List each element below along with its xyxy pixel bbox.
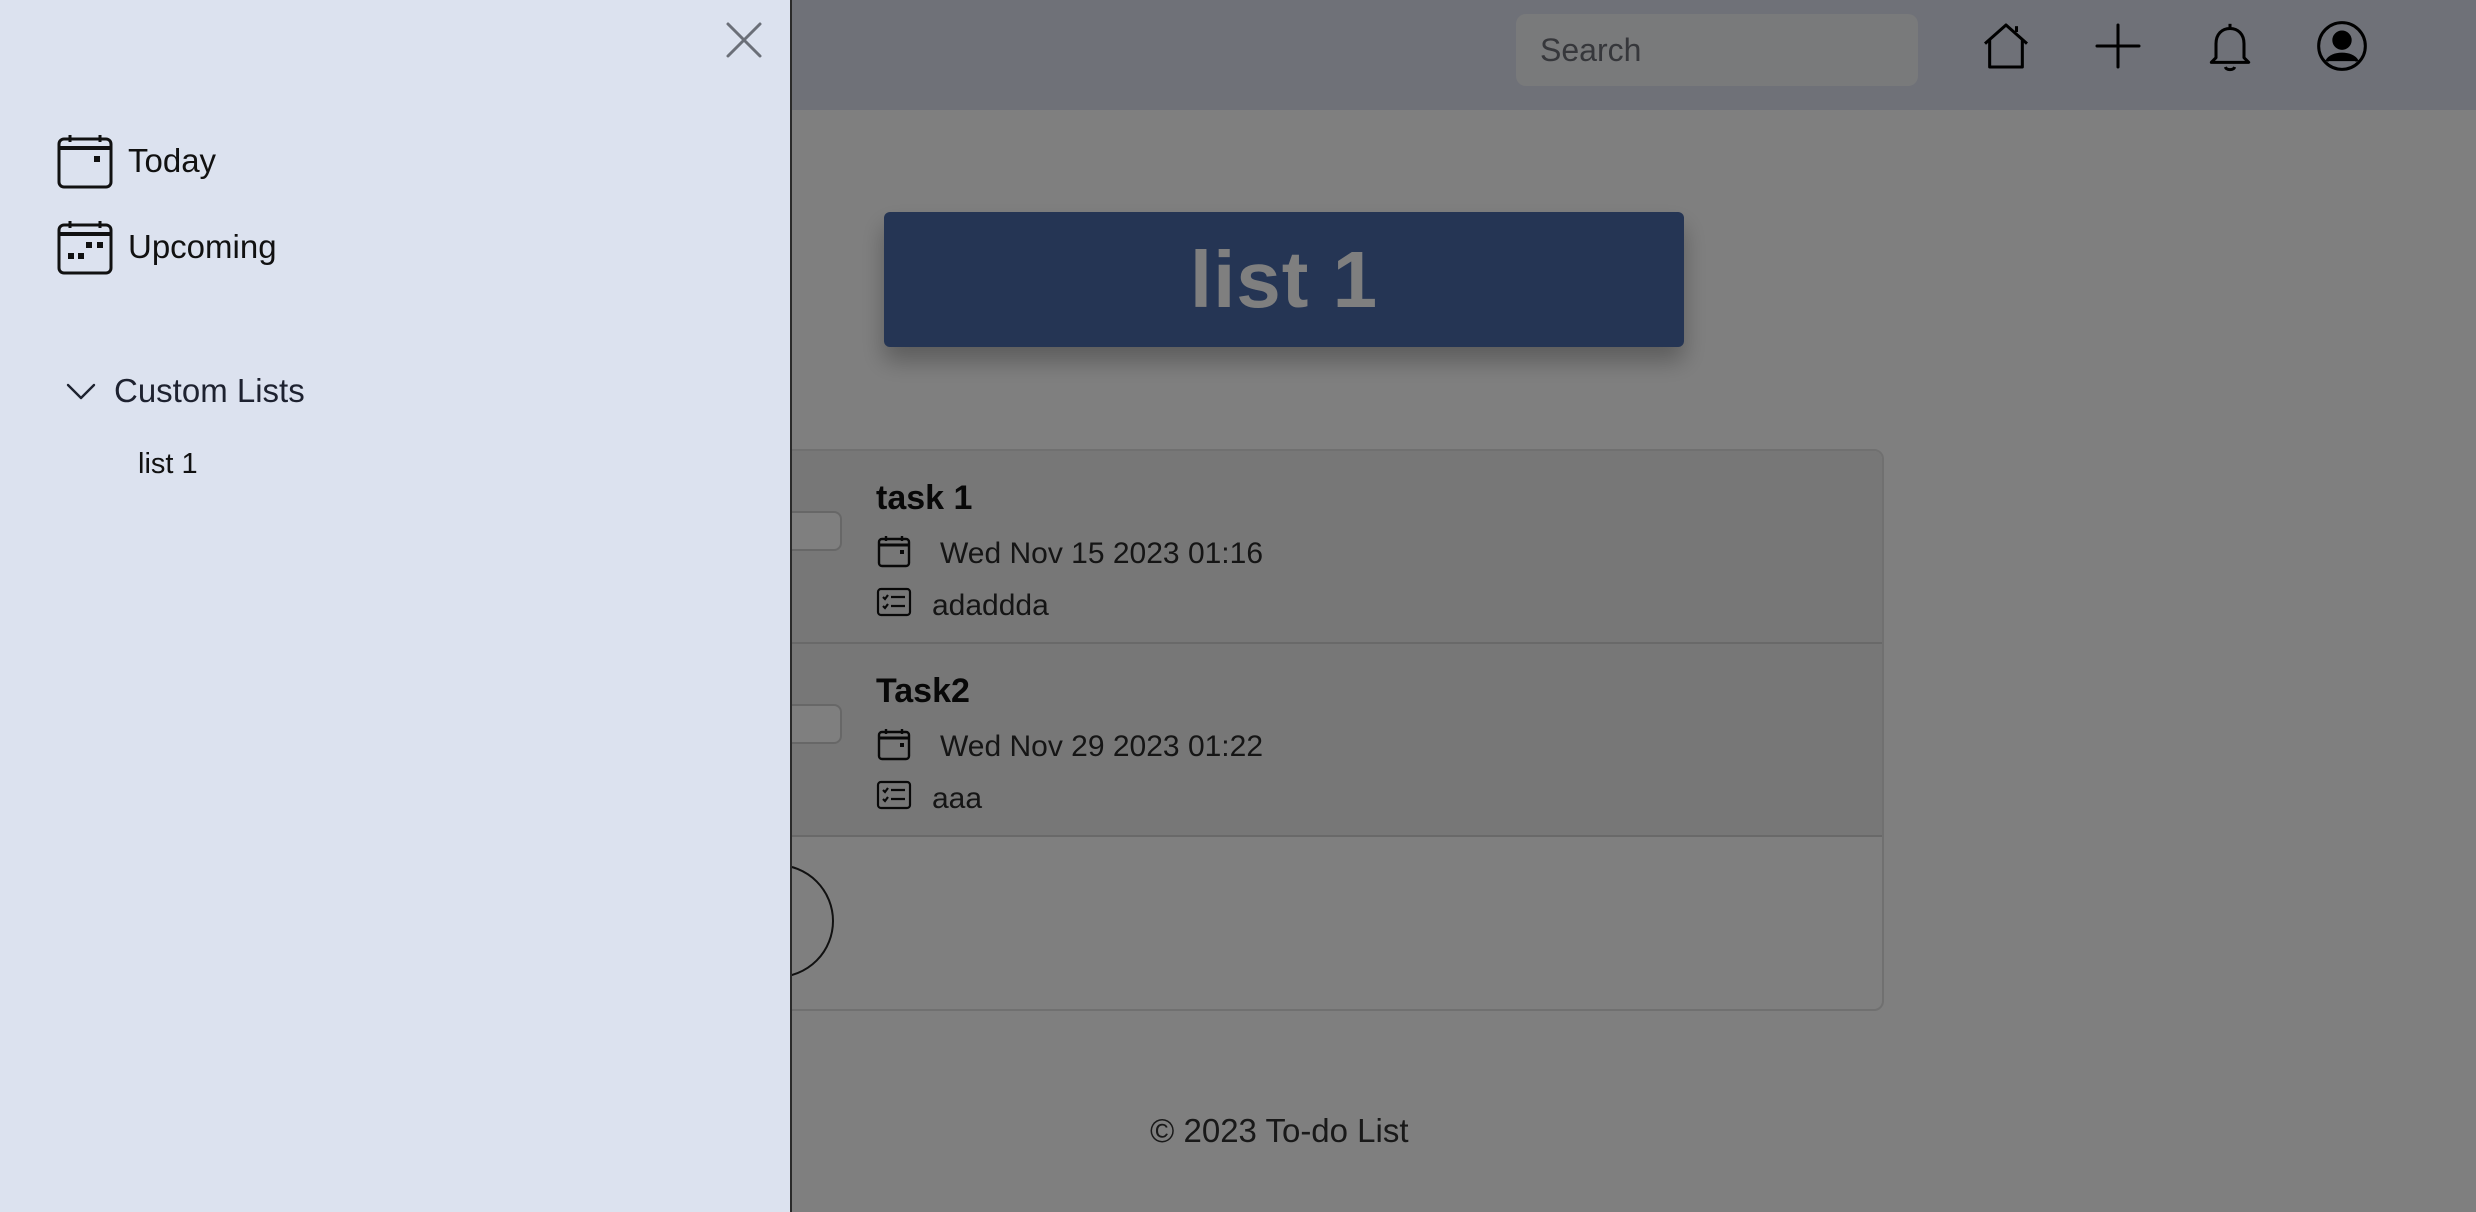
close-icon[interactable] — [720, 16, 768, 64]
custom-list-item[interactable]: list 1 — [138, 448, 198, 481]
sidebar-item-label: Upcoming — [128, 228, 277, 265]
chevron-down-icon — [66, 383, 96, 400]
sidebar-item-label: Today — [128, 142, 217, 179]
sidebar-item-upcoming[interactable]: Upcoming — [56, 218, 277, 276]
sidebar-item-today[interactable]: Today — [56, 132, 216, 190]
sidebar-drawer: Today Upcoming Custom Lists list 1 — [0, 0, 792, 1212]
custom-lists-toggle[interactable]: Custom Lists — [64, 372, 305, 410]
calendar-upcoming-icon — [57, 221, 113, 275]
custom-lists-label: Custom Lists — [114, 372, 305, 409]
calendar-today-icon — [57, 135, 113, 189]
